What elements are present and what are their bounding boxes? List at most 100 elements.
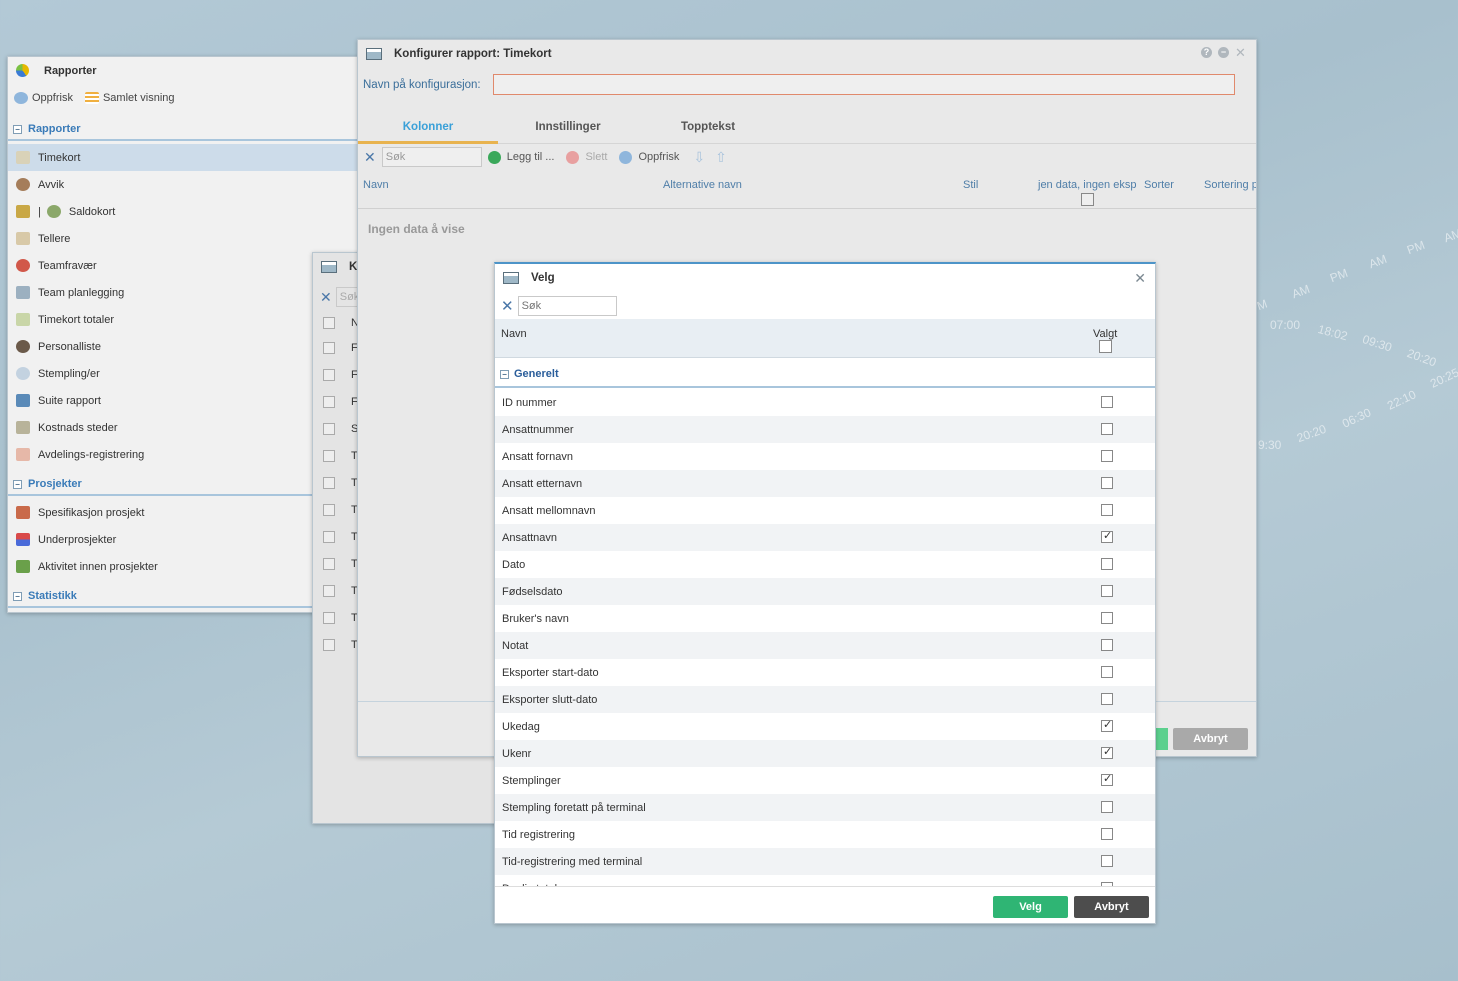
group-rapporter[interactable]: − Rapporter [8,119,358,141]
row-checkbox[interactable] [323,585,335,597]
nav-item-avdelings-registrering[interactable]: Avdelings-registrering [8,441,358,468]
list-item[interactable]: Ansattnummer [495,416,1155,443]
list-item[interactable]: Stemplinger [495,767,1155,794]
row-checkbox[interactable] [323,531,335,543]
nav-item-tellere[interactable]: Tellere [8,225,358,252]
clear-search-icon[interactable]: ✕ [364,149,376,166]
collapse-icon[interactable]: − [13,591,22,601]
list-item[interactable]: Eksporter start-dato [495,659,1155,686]
nav-item-personalliste[interactable]: Personalliste [8,333,358,360]
col-header-navn[interactable]: Navn [363,179,389,191]
add-button[interactable]: Legg til ... [507,151,555,163]
list-item-checkbox[interactable] [1101,745,1113,759]
list-item[interactable]: Notat [495,632,1155,659]
delete-button[interactable]: Slett [585,151,607,163]
list-item[interactable]: Fødselsdato [495,578,1155,605]
list-item-checkbox[interactable] [1101,504,1113,516]
select-all-checkbox[interactable] [1099,340,1112,353]
col-header-valgt[interactable]: Valgt [1093,328,1117,340]
nav-item-teamfravaer[interactable]: Teamfravær [8,252,358,279]
list-item-checkbox[interactable] [1101,639,1113,651]
row-checkbox[interactable] [323,477,335,489]
list-item[interactable]: Ukenr [495,740,1155,767]
tab-kolonner[interactable]: Kolonner [358,112,498,144]
config-cancel-button[interactable]: Avbryt [1173,728,1248,750]
help-icon[interactable]: ? [1201,47,1212,58]
group-statistikk[interactable]: − Statistikk [8,586,358,608]
list-item-checkbox[interactable] [1101,396,1113,408]
row-checkbox[interactable] [323,423,335,435]
minimize-icon[interactable]: − [1218,47,1229,58]
tab-innstillinger[interactable]: Innstillinger [498,112,638,144]
col-header-navn[interactable]: Navn [501,328,527,340]
list-item-checkbox[interactable] [1101,666,1113,678]
list-item-checkbox[interactable] [1101,450,1113,462]
collapse-icon[interactable]: − [500,369,509,379]
close-icon[interactable]: ✕ [1134,270,1146,287]
list-item-checkbox[interactable] [1101,423,1113,435]
combined-view-button[interactable]: Samlet visning [84,92,175,104]
move-down-icon[interactable]: ⇩ [693,149,705,166]
nav-item-timekort-totaler[interactable]: Timekort totaler [8,306,358,333]
nav-item-spesifikasjon-prosjekt[interactable]: Spesifikasjon prosjekt [8,499,358,526]
list-item[interactable]: Eksporter slutt-dato [495,686,1155,713]
col-header-sortering[interactable]: Sortering p [1204,179,1256,191]
columns-search-input[interactable]: Søk [381,147,482,167]
clear-search-icon[interactable]: ✕ [501,297,514,315]
list-item-checkbox[interactable] [1101,558,1113,570]
list-item[interactable]: Ansatt mellomnavn [495,497,1155,524]
move-up-icon[interactable]: ⇧ [715,149,727,166]
nav-item-stemplinger[interactable]: Stempling/er [8,360,358,387]
row-checkbox[interactable] [323,369,335,381]
col-header-ingen-data[interactable]: jen data, ingen eksp [1038,179,1136,191]
row-checkbox[interactable] [323,450,335,462]
nav-item-avvik[interactable]: Avvik [8,171,358,198]
group-generelt[interactable]: − Generelt [495,362,1155,388]
clear-search-icon[interactable]: ✕ [320,289,332,306]
nav-item-saldokort[interactable]: | Saldokort [8,198,358,225]
tab-topptekst[interactable]: Topptekst [638,112,778,144]
config-name-input[interactable] [492,74,1235,95]
collapse-icon[interactable]: − [13,479,22,489]
list-item-checkbox[interactable] [1101,585,1113,597]
row-checkbox[interactable] [323,342,335,354]
list-item[interactable]: Tid-registrering med terminal [495,848,1155,875]
list-item[interactable]: ID nummer [495,389,1155,416]
velg-cancel-button[interactable]: Avbryt [1074,896,1149,918]
nav-item-underprosjekter[interactable]: Underprosjekter [8,526,358,553]
row-checkbox[interactable] [323,317,335,329]
velg-search-input[interactable] [517,296,617,316]
col-header-alternative-navn[interactable]: Alternative navn [663,179,742,191]
nav-item-aktivitet-prosjekter[interactable]: Aktivitet innen prosjekter [8,553,358,580]
list-item-checkbox[interactable] [1101,477,1113,489]
row-checkbox[interactable] [323,639,335,651]
list-item[interactable]: Stempling foretatt på terminal [495,794,1155,821]
collapse-icon[interactable]: − [13,124,22,134]
list-item-checkbox[interactable] [1101,828,1113,840]
list-item-checkbox[interactable] [1101,693,1113,705]
list-item-checkbox[interactable] [1101,529,1113,543]
list-item-checkbox[interactable] [1101,801,1113,813]
nav-item-team-planlegging[interactable]: Team planlegging [8,279,358,306]
col-header-stil[interactable]: Stil [963,179,978,191]
list-item[interactable]: Ukedag [495,713,1155,740]
list-item[interactable]: Dato [495,551,1155,578]
row-checkbox[interactable] [323,504,335,516]
nav-item-suite-rapport[interactable]: Suite rapport [8,387,358,414]
col-header-sorter[interactable]: Sorter [1144,179,1174,191]
nav-item-timekort[interactable]: Timekort [8,144,358,171]
list-item[interactable]: Ansatt fornavn [495,443,1155,470]
list-item-checkbox[interactable] [1101,772,1113,786]
list-item[interactable]: Daglig totaler [495,875,1155,886]
refresh-button[interactable]: Oppfrisk [14,92,73,104]
list-item-checkbox[interactable] [1101,612,1113,624]
config-ok-button[interactable] [1154,728,1168,750]
list-item[interactable]: Ansattnavn [495,524,1155,551]
nav-item-kostnads-steder[interactable]: Kostnads steder [8,414,358,441]
list-item[interactable]: Tid registrering [495,821,1155,848]
row-checkbox[interactable] [323,558,335,570]
col-header-checkbox[interactable] [1081,193,1094,206]
columns-refresh-button[interactable]: Oppfrisk [638,151,679,163]
list-item[interactable]: Bruker's navn [495,605,1155,632]
close-icon[interactable]: ✕ [1235,46,1246,59]
